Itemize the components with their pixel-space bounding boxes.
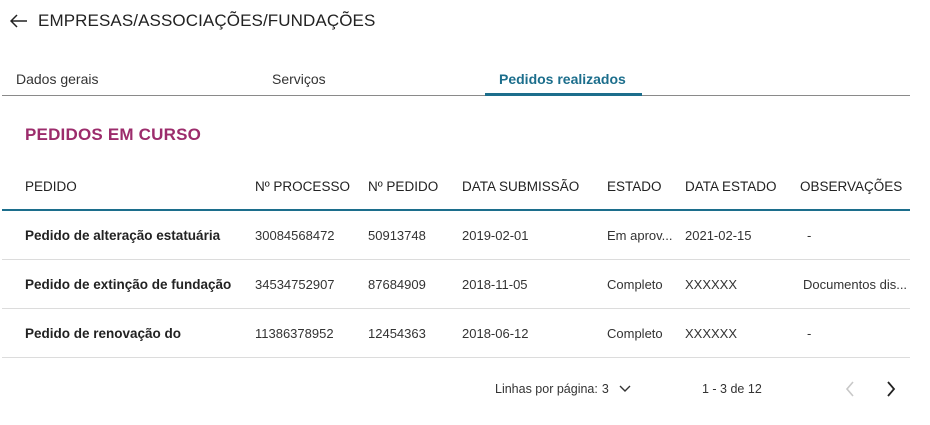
cell-processo: 34534752907 (255, 277, 335, 292)
tab-pedidos-realizados[interactable]: Pedidos realizados (499, 62, 626, 96)
column-header-data-submissao: DATA SUBMISSÃO (462, 179, 580, 194)
cell-observacoes: Documentos dis... (803, 277, 908, 292)
rows-per-page-select[interactable]: Linhas por página: 3 (495, 372, 631, 406)
chevron-left-icon (845, 381, 854, 397)
cell-pedido: Pedido de alteração estatuária (25, 228, 221, 243)
arrow-left-icon[interactable] (8, 10, 30, 32)
cell-data-submissao: 2019-02-01 (462, 228, 529, 243)
cell-num-pedido: 50913748 (368, 228, 426, 243)
chevron-down-icon (619, 385, 631, 393)
page-header: EMPRESAS/ASSOCIAÇÕES/FUNDAÇÕES (8, 8, 375, 34)
cell-pedido: Pedido de extinção de fundação (25, 277, 232, 292)
table-pagination: Linhas por página: 3 1 - 3 de 12 (0, 372, 930, 406)
pagination-range: 1 - 3 de 12 (702, 382, 762, 396)
requests-table: PEDIDO Nº PROCESSO Nº PEDIDO DATA SUBMIS… (2, 168, 910, 358)
table-row[interactable]: Pedido de alteração estatuária 300845684… (2, 211, 910, 260)
table-row[interactable]: Pedido de extinção de fundação 345347529… (2, 260, 910, 309)
column-header-data-estado: DATA ESTADO (685, 179, 777, 194)
section-title: PEDIDOS EM CURSO (25, 125, 202, 144)
column-header-pedido: PEDIDO (25, 179, 77, 194)
next-page-button[interactable] (879, 377, 903, 401)
cell-estado: Completo (607, 277, 663, 292)
cell-pedido: Pedido de renovação do (25, 326, 182, 341)
cell-observacoes: - (807, 326, 812, 341)
table-row[interactable]: Pedido de renovação do 11386378952 12454… (2, 309, 910, 358)
cell-data-estado: XXXXXX (685, 326, 738, 341)
previous-page-button[interactable] (838, 377, 862, 401)
chevron-right-icon (887, 381, 896, 397)
cell-data-submissao: 2018-11-05 (462, 277, 528, 292)
active-tab-indicator (485, 93, 642, 96)
table-header: PEDIDO Nº PROCESSO Nº PEDIDO DATA SUBMIS… (2, 168, 910, 211)
column-header-estado: ESTADO (607, 179, 662, 194)
column-header-processo: Nº PROCESSO (255, 179, 350, 194)
cell-num-pedido: 87684909 (368, 277, 426, 292)
cell-data-estado: 2021-02-15 (685, 228, 752, 243)
cell-num-pedido: 12454363 (368, 326, 426, 341)
cell-data-estado: XXXXXX (685, 277, 738, 292)
rows-per-page-label: Linhas por página: (495, 382, 598, 396)
rows-per-page-value: 3 (601, 382, 609, 396)
tab-bar: Dados gerais Serviços Pedidos realizados (2, 62, 910, 96)
cell-estado: Em aprov... (607, 228, 673, 243)
page-title: EMPRESAS/ASSOCIAÇÕES/FUNDAÇÕES (38, 11, 376, 30)
tab-dados-gerais[interactable]: Dados gerais (16, 62, 99, 96)
cell-data-submissao: 2018-06-12 (462, 326, 529, 341)
column-header-observacoes: OBSERVAÇÕES (800, 179, 903, 194)
tab-servicos[interactable]: Serviços (272, 62, 326, 96)
cell-observacoes: - (807, 228, 812, 243)
cell-processo: 30084568472 (255, 228, 335, 243)
cell-processo: 11386378952 (255, 326, 334, 341)
column-header-num-pedido: Nº PEDIDO (368, 179, 439, 194)
cell-estado: Completo (607, 326, 663, 341)
